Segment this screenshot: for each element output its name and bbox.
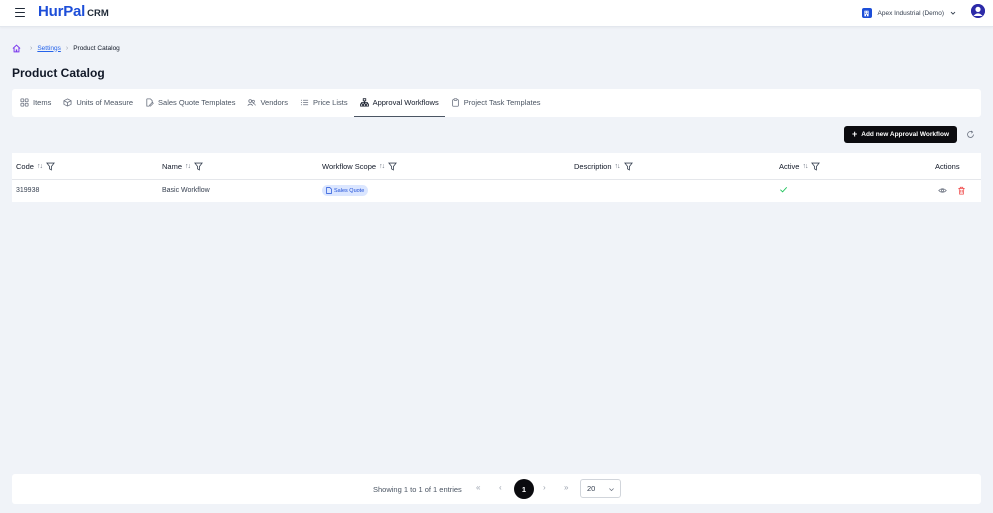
- tab-label: Sales Quote Templates: [158, 98, 236, 107]
- home-icon[interactable]: [12, 43, 21, 53]
- building-icon: [861, 8, 872, 18]
- scope-label: Sales Quote: [334, 187, 365, 194]
- tab-units-of-measure[interactable]: Units of Measure: [57, 89, 139, 117]
- grid-icon: [20, 98, 29, 107]
- tab-label: Approval Workflows: [372, 98, 439, 107]
- column-header-actions: Actions: [935, 162, 960, 171]
- tab-approval-workflows[interactable]: Approval Workflows: [353, 89, 445, 117]
- tab-project-task-templates[interactable]: Project Task Templates: [445, 89, 547, 117]
- users-icon: [247, 99, 257, 106]
- sort-icon[interactable]: ↑↓: [615, 163, 621, 170]
- page-title: Product Catalog: [12, 66, 105, 80]
- refresh-icon[interactable]: [966, 130, 975, 139]
- column-header-name[interactable]: Name ↑↓: [162, 162, 203, 171]
- tab-label: Items: [33, 98, 52, 107]
- filter-icon[interactable]: [194, 162, 203, 171]
- tab-bar: Items Units of Measure Sales Quote Templ…: [12, 89, 981, 117]
- filter-icon[interactable]: [811, 162, 821, 171]
- breadcrumb-separator: ›: [30, 44, 33, 52]
- chevron-down-icon: [609, 488, 614, 492]
- add-button-label: Add new Approval Workflow: [861, 131, 950, 138]
- column-label: Active: [779, 162, 800, 171]
- top-bar: HurPal CRM Apex Industrial (Demo): [0, 0, 993, 27]
- first-page-button[interactable]: «: [476, 483, 480, 492]
- filter-icon[interactable]: [46, 162, 55, 171]
- document-edit-icon: [146, 98, 154, 107]
- list-icon: [300, 99, 309, 106]
- status-badge: Sales Quote: [322, 185, 369, 196]
- next-page-button[interactable]: ›: [543, 483, 546, 492]
- chevron-down-icon: [950, 11, 956, 15]
- clipboard-icon: [451, 98, 459, 107]
- tab-price-lists[interactable]: Price Lists: [294, 89, 354, 117]
- filter-icon[interactable]: [388, 162, 397, 171]
- sort-icon[interactable]: ↑↓: [802, 163, 808, 170]
- menu-icon[interactable]: [15, 8, 25, 17]
- column-label: Workflow Scope: [322, 162, 377, 171]
- breadcrumb-current: Product Catalog: [73, 44, 120, 52]
- brand-logo[interactable]: HurPal CRM: [38, 3, 109, 23]
- brand-suffix: CRM: [87, 8, 109, 19]
- tab-label: Project Task Templates: [463, 98, 541, 107]
- column-header-description[interactable]: Description ↑↓: [574, 162, 633, 171]
- breadcrumb-separator: ›: [65, 44, 69, 52]
- brand-name: HurPal: [38, 3, 86, 20]
- avatar[interactable]: [971, 4, 985, 18]
- organization-switcher[interactable]: Apex Industrial (Demo): [861, 5, 957, 21]
- user-avatar-icon: [971, 4, 985, 18]
- tab-label: Units of Measure: [76, 98, 134, 107]
- sort-icon[interactable]: ↑↓: [185, 163, 191, 170]
- column-label: Description: [574, 162, 612, 171]
- previous-page-button[interactable]: ‹: [499, 483, 502, 492]
- column-label: Actions: [935, 162, 960, 171]
- page-size-select[interactable]: 20: [580, 479, 621, 498]
- tab-items[interactable]: Items: [14, 89, 57, 117]
- sort-icon[interactable]: ↑↓: [37, 163, 43, 170]
- column-label: Code: [16, 162, 34, 171]
- table-header: Code ↑↓ Name ↑↓ Workflow Scope ↑↓ Descri…: [12, 153, 981, 180]
- breadcrumb-settings-link[interactable]: Settings: [37, 45, 61, 52]
- delete-icon[interactable]: [957, 186, 966, 195]
- tab-label: Vendors: [260, 98, 288, 107]
- cube-icon: [63, 98, 72, 107]
- check-icon: [780, 187, 788, 193]
- workflow-icon: [359, 98, 369, 107]
- column-header-workflow-scope[interactable]: Workflow Scope ↑↓: [322, 162, 397, 171]
- document-icon: [326, 187, 332, 194]
- cell-code: 319938: [16, 187, 40, 194]
- cell-name: Basic Workflow: [162, 187, 210, 194]
- column-label: Name: [162, 162, 183, 171]
- breadcrumb: › Settings › Product Catalog: [12, 43, 120, 53]
- last-page-button[interactable]: »: [564, 483, 568, 492]
- sort-icon[interactable]: ↑↓: [379, 163, 385, 170]
- view-icon[interactable]: [938, 186, 947, 195]
- current-page-button[interactable]: 1: [514, 479, 534, 499]
- page-size-value: 20: [587, 484, 596, 493]
- column-header-code[interactable]: Code ↑↓: [16, 162, 55, 171]
- tab-label: Price Lists: [312, 98, 348, 107]
- tab-sales-quote-templates[interactable]: Sales Quote Templates: [139, 89, 241, 117]
- pagination-bar: Showing 1 to 1 of 1 entries « ‹ 1 › » 20: [12, 474, 981, 504]
- organization-name: Apex Industrial (Demo): [877, 9, 944, 17]
- add-approval-workflow-button[interactable]: + Add new Approval Workflow: [844, 126, 957, 143]
- pagination-info: Showing 1 to 1 of 1 entries: [373, 485, 462, 494]
- tab-vendors[interactable]: Vendors: [241, 89, 294, 117]
- plus-icon: +: [851, 129, 858, 139]
- table-row[interactable]: 319938 Basic Workflow Sales Quote: [12, 180, 981, 202]
- column-header-active[interactable]: Active ↑↓: [779, 162, 821, 171]
- filter-icon[interactable]: [623, 162, 633, 171]
